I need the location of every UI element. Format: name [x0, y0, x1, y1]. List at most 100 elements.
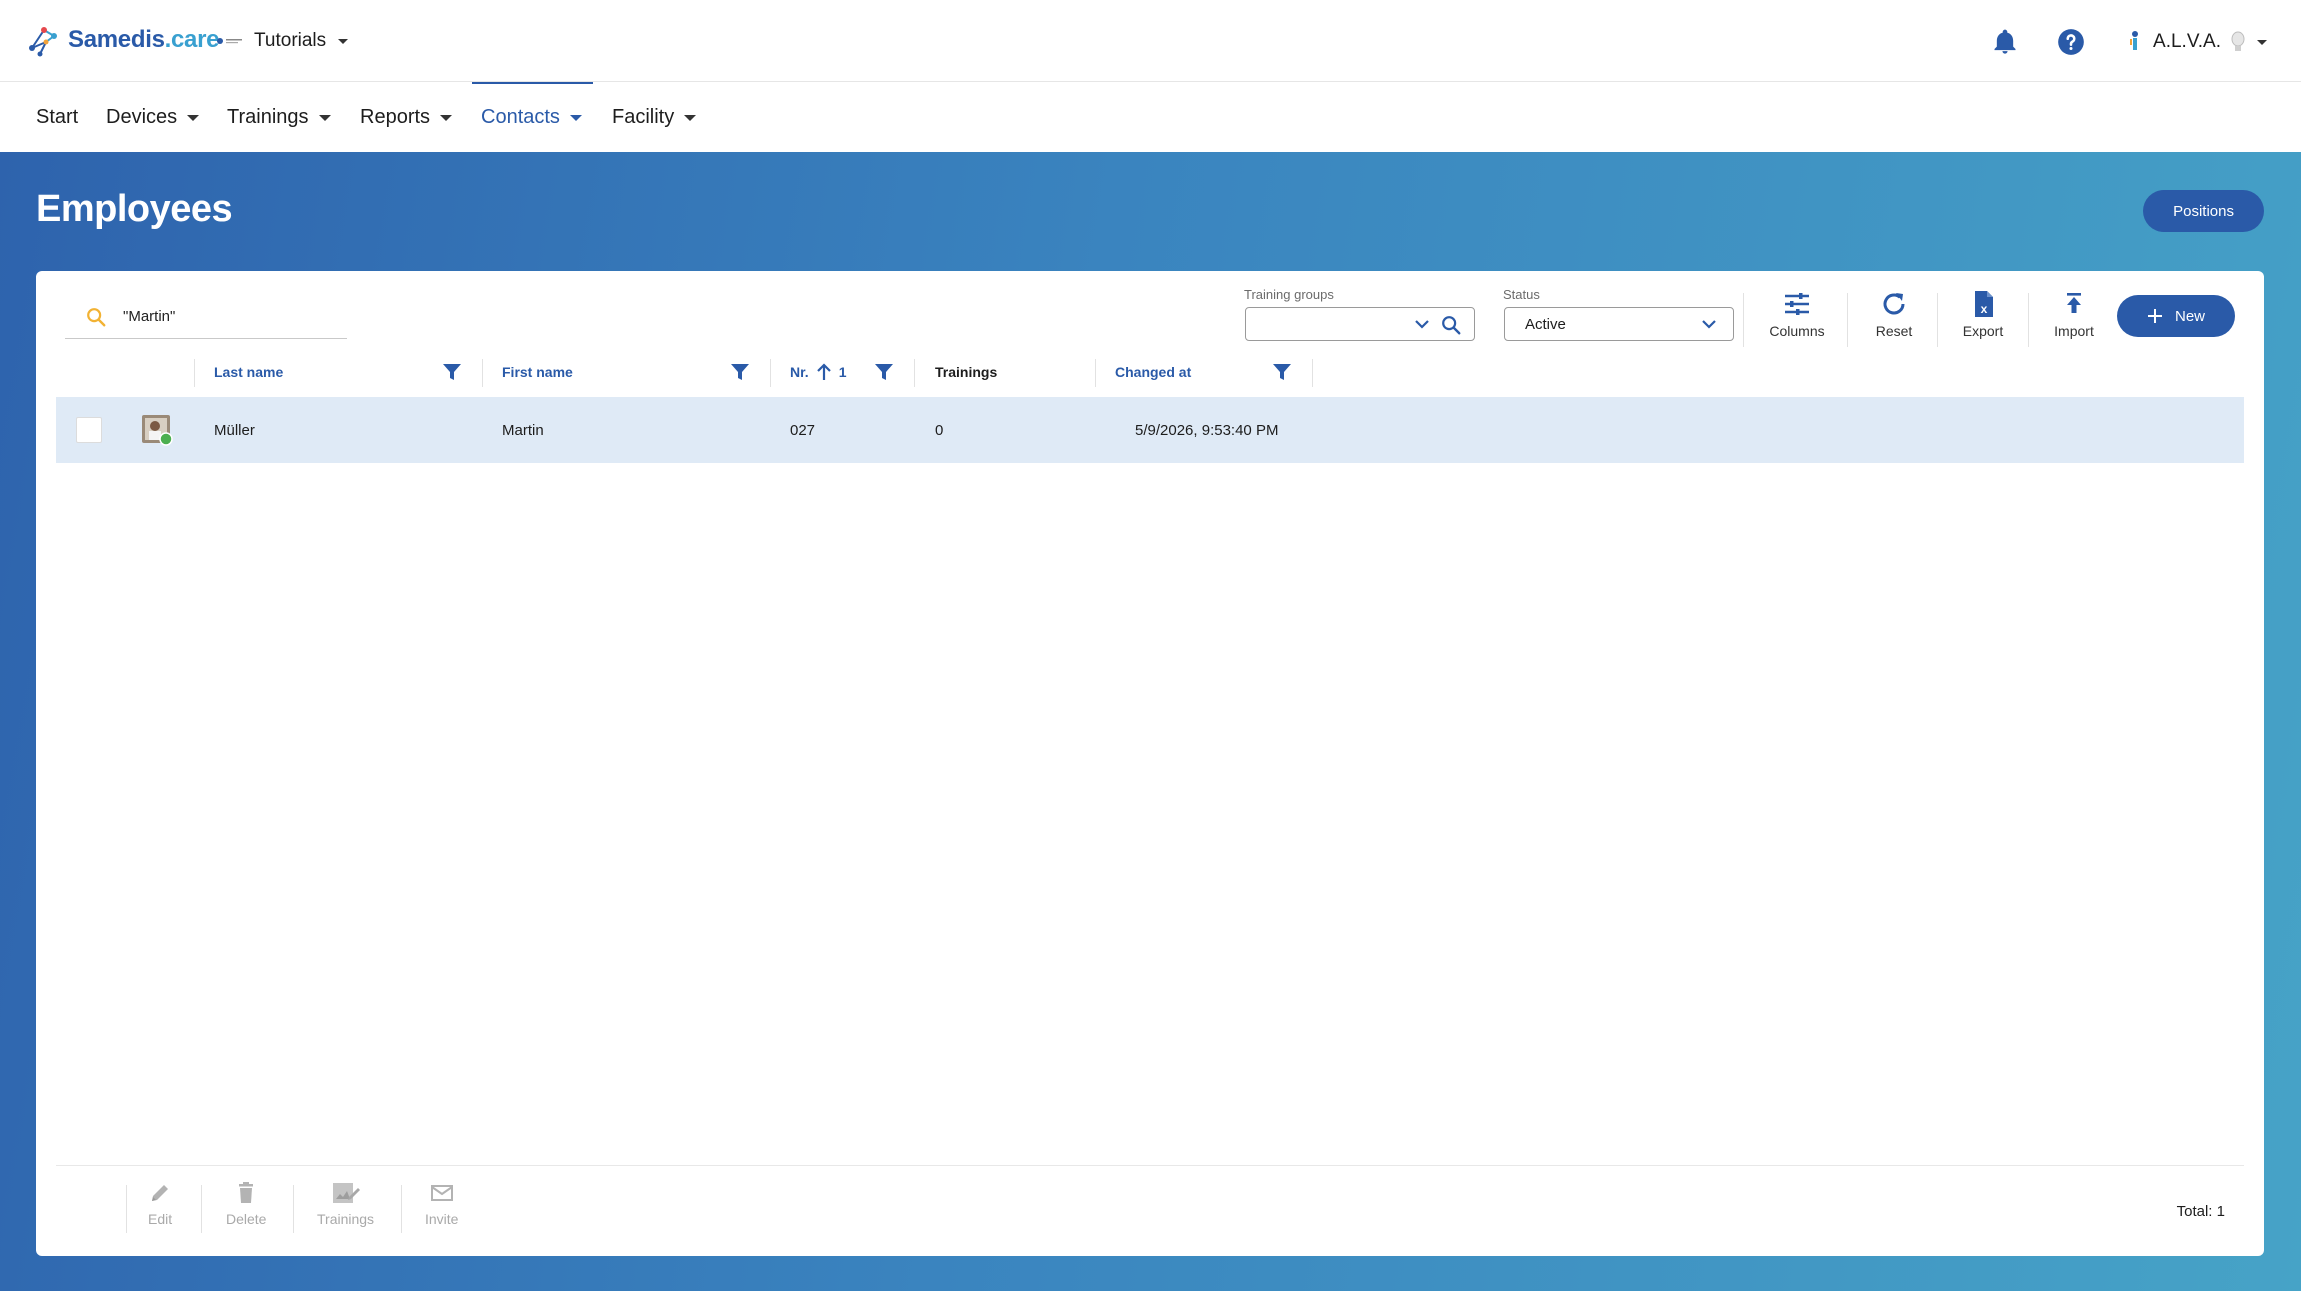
status-value: Active: [1525, 315, 1566, 333]
nav-label: Contacts: [481, 105, 560, 128]
chevron-down-icon: [187, 115, 200, 121]
trainings-button[interactable]: Trainings: [317, 1181, 374, 1239]
chevron-down-icon: [318, 115, 331, 121]
brand-suffix: .care: [164, 26, 220, 53]
positions-button[interactable]: Positions: [2143, 190, 2264, 232]
nav-contacts[interactable]: Contacts: [481, 82, 582, 152]
cell-last-name: Müller: [214, 421, 255, 439]
columns-button[interactable]: Columns: [1757, 289, 1837, 349]
table-header: Last name First name Nr. 1 Trainings Cha…: [56, 351, 2244, 393]
column-header-first-name[interactable]: First name: [502, 351, 573, 393]
user-name: A.L.V.A.: [2153, 31, 2221, 52]
pencil-icon: [152, 1185, 169, 1201]
user-menu[interactable]: A.L.V.A.: [2127, 29, 2267, 55]
edit-button[interactable]: Edit: [148, 1181, 172, 1239]
export-button[interactable]: x Export: [1943, 289, 2023, 349]
help-icon[interactable]: [2057, 28, 2085, 56]
footer-separator: [401, 1185, 402, 1233]
main-navigation: Start Devices Trainings Reports Contacts…: [0, 82, 2301, 152]
chevron-down-icon[interactable]: [1414, 319, 1430, 329]
chevron-down-icon: [684, 115, 697, 121]
cell-nr: 027: [790, 421, 816, 439]
training-groups-select[interactable]: [1245, 307, 1475, 341]
search-input[interactable]: [123, 308, 323, 325]
column-label: Last name: [214, 364, 284, 380]
filter-icon[interactable]: [874, 362, 894, 382]
column-separator: [914, 359, 915, 387]
column-label: Trainings: [935, 364, 998, 380]
column-header-changed-at[interactable]: Changed at: [1115, 351, 1191, 393]
cell-first-name: Martin: [502, 421, 544, 439]
reset-label: Reset: [1875, 323, 1913, 339]
search-field[interactable]: [65, 295, 347, 339]
reset-button[interactable]: Reset: [1854, 289, 1934, 349]
toolbar-divider: [2028, 293, 2029, 347]
tenant-selector[interactable]: Tutorials: [216, 30, 349, 52]
top-right-actions: A.L.V.A.: [1991, 28, 2267, 56]
status-select[interactable]: Active: [1504, 307, 1734, 341]
invite-button[interactable]: Invite: [425, 1181, 458, 1239]
avatar: [142, 415, 173, 446]
samedis-logo-icon: [29, 27, 57, 57]
cell-trainings: 0: [935, 421, 944, 439]
toolbar-divider: [1847, 293, 1848, 347]
employees-card: Training groups Status Active: [36, 271, 2264, 1256]
chevron-down-icon: [338, 38, 349, 44]
nav-label: Reports: [360, 105, 431, 128]
notification-bell-icon[interactable]: [1991, 28, 2019, 56]
nav-devices[interactable]: Devices: [106, 82, 200, 152]
lightbulb-icon: [2231, 31, 2245, 51]
training-groups-label: Training groups: [1244, 287, 1334, 302]
nav-start[interactable]: Start: [36, 82, 78, 152]
column-header-trainings[interactable]: Trainings: [935, 351, 997, 393]
toolbar-divider: [1743, 293, 1744, 347]
excel-file-icon: x: [1975, 291, 1993, 317]
brand-name: Samedis: [68, 26, 165, 53]
export-label: Export: [1962, 323, 2004, 339]
top-bar: Samedis.care Tutorials A.L.V.A.: [0, 0, 2301, 82]
column-separator: [482, 359, 483, 387]
table-row[interactable]: Müller Martin 027 0 5/9/2026, 9:53:40 PM: [56, 397, 2244, 463]
search-icon[interactable]: [1440, 314, 1462, 336]
trash-icon: [239, 1182, 254, 1203]
plus-icon: [2147, 309, 2162, 323]
nav-reports[interactable]: Reports: [360, 82, 453, 152]
new-button[interactable]: New: [2117, 295, 2235, 337]
filter-icon[interactable]: [1272, 362, 1292, 382]
delete-button[interactable]: Delete: [226, 1181, 266, 1239]
arrow-up-icon: [816, 363, 831, 380]
user-figure-icon: [2130, 31, 2139, 50]
row-checkbox[interactable]: [76, 417, 102, 443]
cell-changed-at: 5/9/2026, 9:53:40 PM: [1135, 421, 1279, 439]
chevron-down-icon: [1702, 320, 1716, 329]
filter-icon[interactable]: [442, 362, 462, 382]
column-separator: [1095, 359, 1096, 387]
nav-label: Devices: [106, 105, 178, 128]
invite-label: Invite: [425, 1211, 459, 1227]
nav-trainings[interactable]: Trainings: [227, 82, 331, 152]
samedis-logo[interactable]: Samedis.care: [26, 22, 219, 58]
import-button[interactable]: Import: [2034, 289, 2114, 349]
chevron-down-icon: [2257, 39, 2267, 45]
column-separator: [194, 359, 195, 387]
trainings-certificate-icon: [332, 1183, 360, 1203]
columns-label: Columns: [1769, 323, 1825, 339]
trainings-label: Trainings: [317, 1211, 375, 1227]
nav-label: Trainings: [227, 105, 309, 128]
nav-facility[interactable]: Facility: [612, 82, 697, 152]
footer-separator: [201, 1185, 202, 1233]
edit-label: Edit: [148, 1211, 173, 1227]
nav-label: Facility: [612, 105, 675, 128]
page-title: Employees: [36, 188, 233, 230]
search-icon: [87, 307, 106, 326]
toolbar-divider: [1937, 293, 1938, 347]
column-header-nr[interactable]: Nr. 1: [790, 351, 846, 393]
column-separator: [1312, 359, 1313, 387]
column-header-last-name[interactable]: Last name: [214, 351, 283, 393]
footer-separator: [126, 1185, 127, 1233]
columns-icon: [1785, 293, 1809, 315]
refresh-icon: [1883, 293, 1905, 315]
column-label: First name: [502, 364, 573, 380]
filter-icon[interactable]: [730, 362, 750, 382]
chevron-down-icon: [569, 115, 582, 121]
